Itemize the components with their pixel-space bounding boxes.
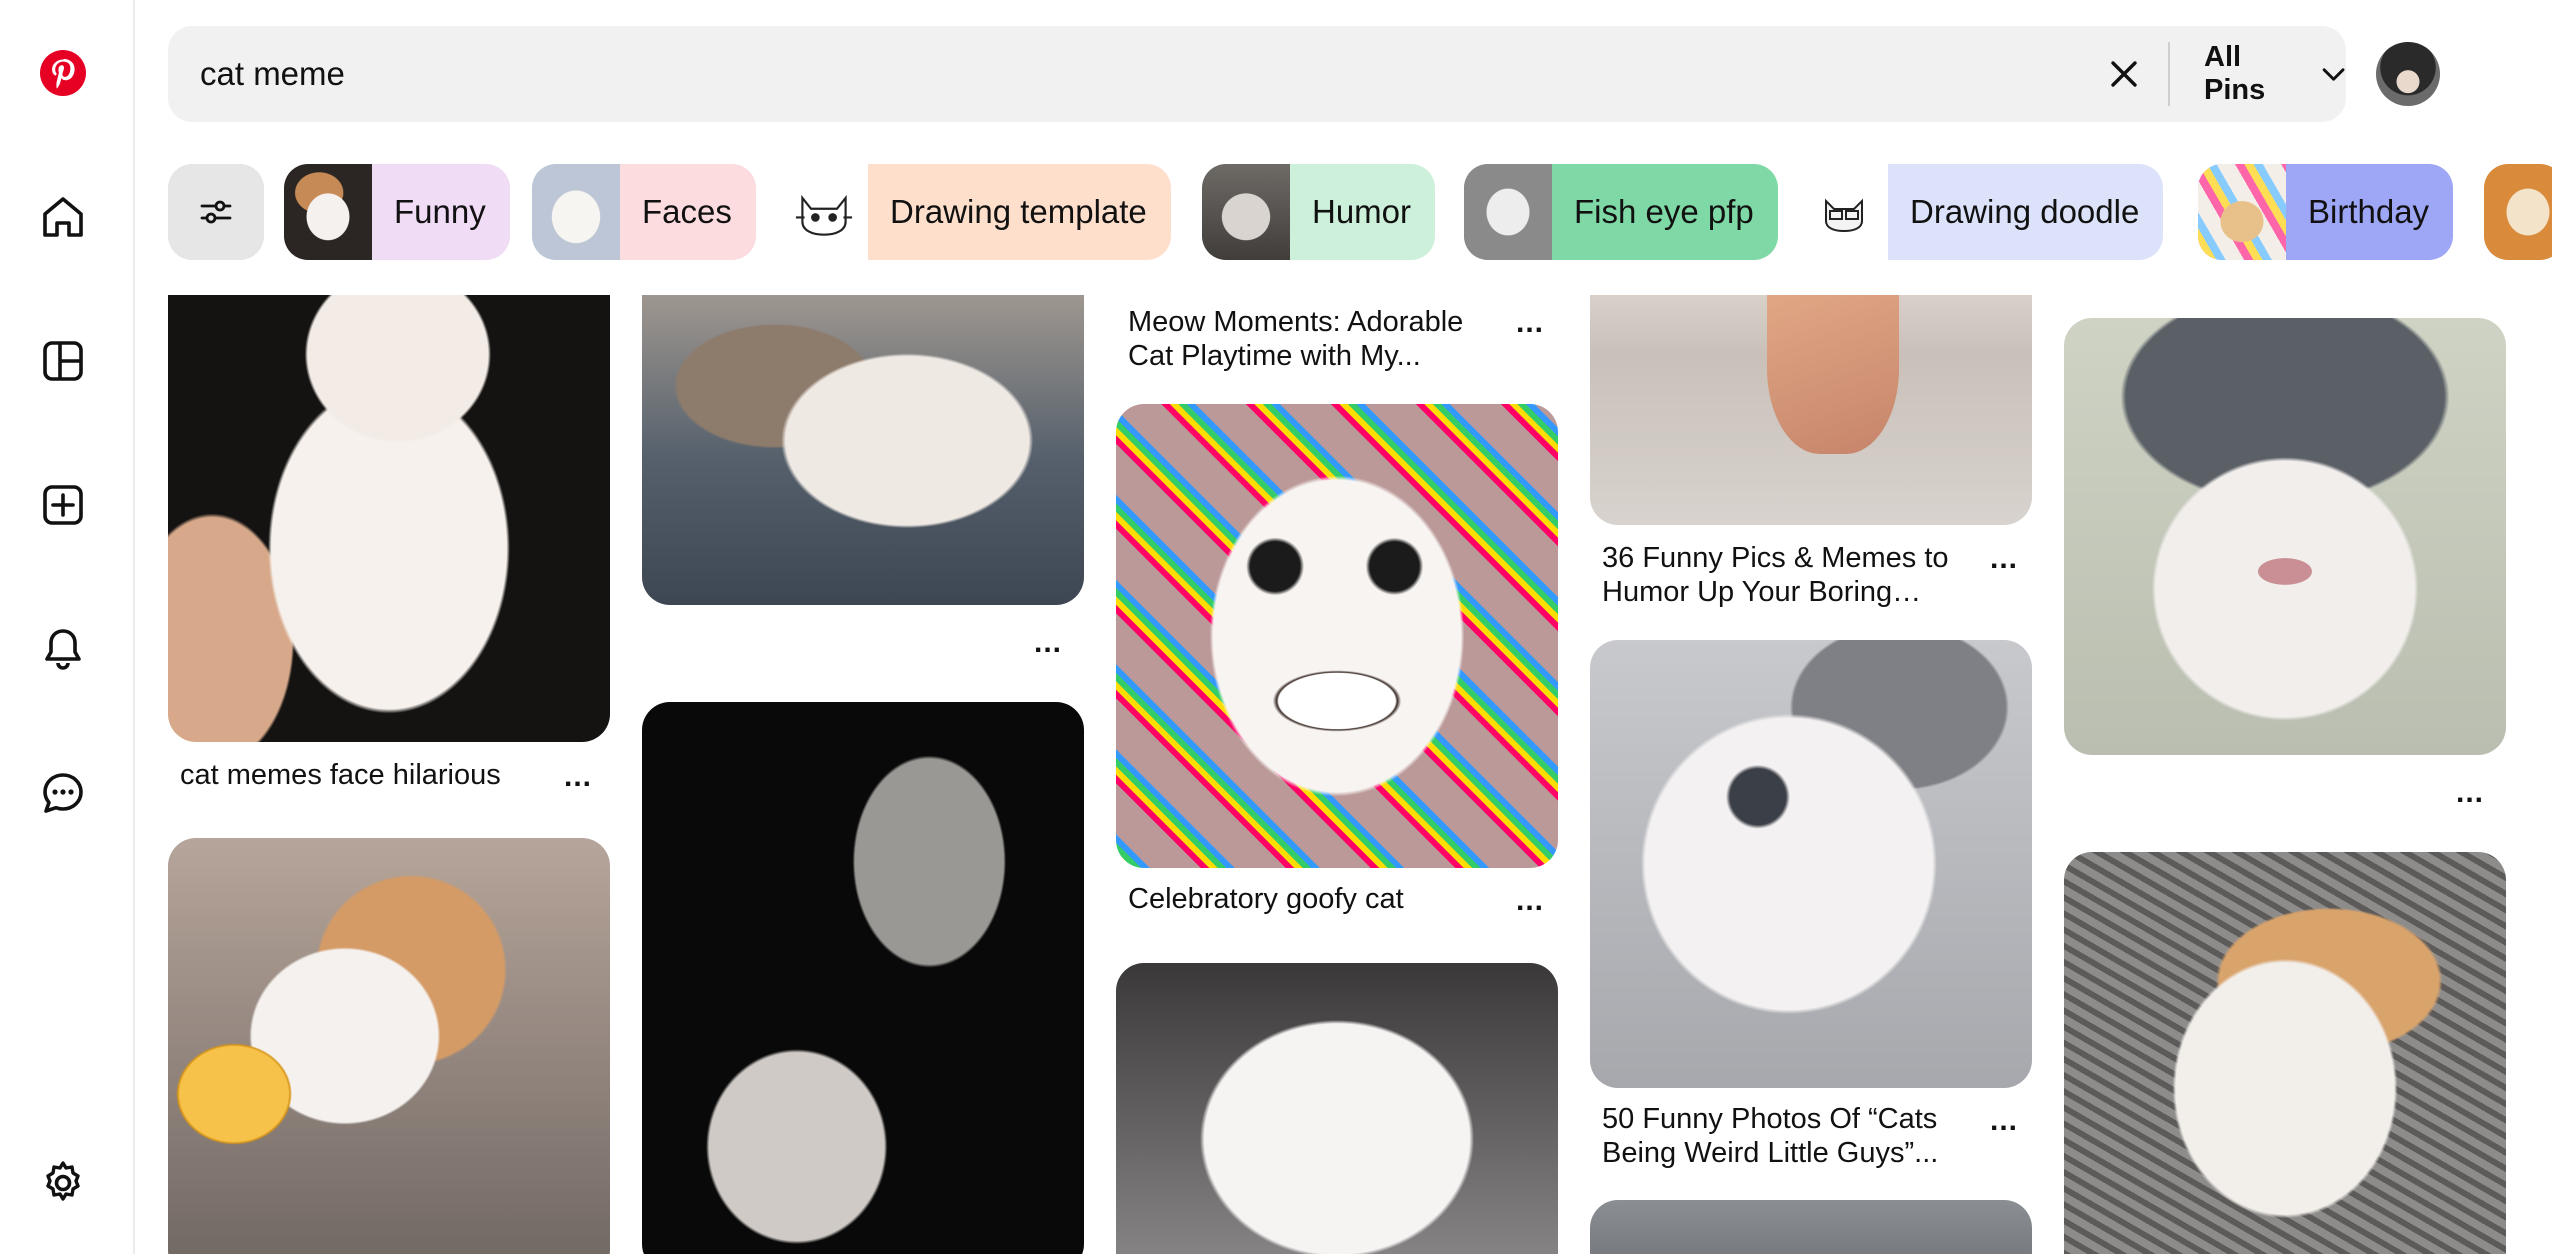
chip-label: Funny	[394, 193, 486, 230]
search-input[interactable]	[200, 26, 2100, 122]
chip-thumbnail	[1202, 164, 1290, 260]
chip-fish-eye-pfp[interactable]: Fish eye pfp	[1464, 164, 1778, 260]
pinterest-logo-icon[interactable]	[30, 40, 96, 106]
chip-label: Humor	[1312, 193, 1412, 230]
chip-drawing-template[interactable]: Drawing template	[780, 164, 1171, 260]
chat-bubble-icon[interactable]	[30, 760, 96, 826]
pin-image[interactable]	[2064, 852, 2506, 1254]
dashboard-icon[interactable]	[30, 328, 96, 394]
chip-partial[interactable]	[2484, 164, 2552, 260]
chip-label: Faces	[642, 193, 732, 230]
chip-thumbnail	[2198, 164, 2286, 260]
chip-label: Drawing doodle	[1910, 193, 2140, 230]
more-options-button[interactable]: ...	[1982, 544, 2026, 580]
home-icon[interactable]	[30, 184, 96, 250]
chip-thumbnail	[780, 164, 868, 260]
chip-drawing-doodle[interactable]: Drawing doodle	[1800, 164, 2164, 260]
pin-image[interactable]	[1590, 640, 2032, 1088]
plus-square-icon[interactable]	[30, 472, 96, 538]
more-options-button[interactable]: ...	[556, 762, 600, 798]
pin-image[interactable]	[168, 232, 610, 742]
pin-image[interactable]	[642, 702, 1084, 1254]
chip-thumbnail	[284, 164, 372, 260]
chip-label: Drawing template	[890, 193, 1147, 230]
pin-scope-label: All Pins	[2204, 41, 2266, 106]
bell-icon[interactable]	[30, 616, 96, 682]
more-options-button[interactable]: ...	[1508, 308, 1552, 344]
filter-sliders-icon	[200, 200, 232, 224]
filter-button[interactable]	[168, 164, 264, 260]
more-options-button[interactable]: ...	[2448, 778, 2492, 814]
pin-image[interactable]	[1590, 1200, 2032, 1254]
suggestion-chips: Funny Faces Drawing template Humor Fish …	[136, 140, 2552, 295]
more-options-button[interactable]: ...	[1026, 628, 1070, 664]
search-divider	[2168, 42, 2170, 106]
search-bar: All Pins	[168, 26, 2346, 122]
chip-thumbnail	[1800, 164, 1888, 260]
chip-birthday[interactable]: Birthday	[2198, 164, 2454, 260]
more-options-button[interactable]: ...	[1508, 886, 1552, 922]
pin-title[interactable]: cat memes face hilarious	[180, 758, 540, 792]
pin-image[interactable]	[2064, 318, 2506, 755]
chip-label: Birthday	[2308, 193, 2430, 230]
more-options-button[interactable]: ...	[1982, 1106, 2026, 1142]
pin-title[interactable]: Celebratory goofy cat	[1128, 882, 1488, 916]
pin-title[interactable]: 50 Funny Photos Of “Cats Being Weird Lit…	[1602, 1102, 1972, 1170]
pin-image[interactable]	[1116, 963, 1558, 1254]
pin-image[interactable]	[168, 838, 610, 1254]
gear-icon[interactable]	[30, 1150, 96, 1216]
cat-doodle-icon	[1825, 198, 1863, 233]
chip-faces[interactable]: Faces	[532, 164, 756, 260]
avatar[interactable]	[2376, 42, 2440, 106]
chevron-down-icon	[2322, 68, 2345, 81]
chip-humor[interactable]: Humor	[1202, 164, 1436, 260]
chip-thumbnail	[1464, 164, 1552, 260]
pin-image[interactable]	[1116, 404, 1558, 868]
clear-search-button[interactable]	[2102, 52, 2146, 96]
chip-label: Fish eye pfp	[1574, 193, 1754, 230]
chip-thumbnail	[532, 164, 620, 260]
cat-doodle-icon	[795, 194, 853, 236]
pin-title[interactable]: 36 Funny Pics & Memes to Humor Up Your B…	[1602, 541, 1972, 609]
pin-title[interactable]: Meow Moments: Adorable Cat Playtime with…	[1128, 305, 1488, 373]
close-icon	[2111, 61, 2137, 87]
fist-emoji-icon	[170, 1038, 298, 1150]
pin-scope-dropdown[interactable]: All Pins	[2204, 26, 2346, 122]
top-bar: All Pins	[136, 0, 2552, 140]
chip-thumbnail	[2484, 164, 2552, 260]
chip-funny[interactable]: Funny	[284, 164, 510, 260]
sidebar	[0, 0, 135, 1254]
